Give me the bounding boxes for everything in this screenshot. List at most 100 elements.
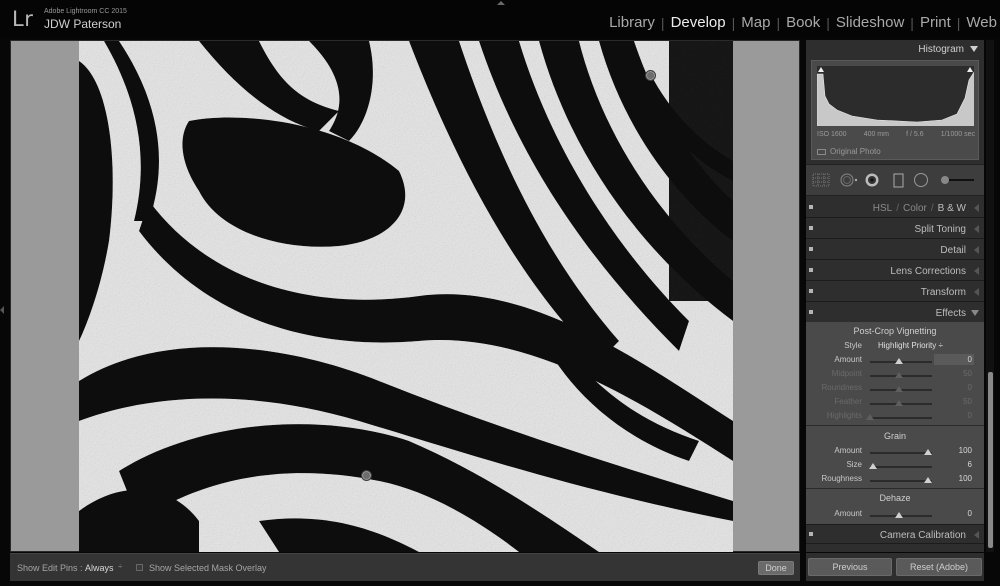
section-hsl-color-bw[interactable]: HSL / Color / B & W: [806, 198, 984, 218]
slider-value[interactable]: 0: [968, 383, 972, 392]
panel-toggle-switch[interactable]: [809, 532, 813, 536]
module-develop[interactable]: Develop: [665, 14, 732, 31]
divider: [806, 488, 984, 489]
tab-color[interactable]: Color: [903, 203, 927, 214]
slider-thumb[interactable]: [866, 414, 874, 420]
slider-thumb[interactable]: [924, 449, 932, 455]
dropdown-arrows-icon[interactable]: ÷: [118, 562, 122, 571]
edit-pin[interactable]: [361, 470, 372, 481]
slider-track[interactable]: [870, 466, 932, 468]
grain-roughness-slider-row: Roughness 100: [806, 474, 984, 488]
red-eye-icon[interactable]: [865, 173, 881, 189]
crop-overlay-icon[interactable]: [812, 173, 830, 187]
exif-info: ISO 1600 400 mm f / 5.6 1/1000 sec: [812, 131, 980, 138]
photo-zebra[interactable]: [79, 41, 733, 552]
slider-thumb[interactable]: [869, 463, 878, 469]
slider-value[interactable]: 50: [963, 397, 972, 406]
vignette-feather-slider-row: Feather 50: [806, 397, 984, 411]
panel-toggle-switch[interactable]: [809, 289, 813, 293]
slider-thumb[interactable]: [895, 372, 903, 378]
style-dropdown[interactable]: Highlight Priority ÷: [878, 341, 943, 350]
slider-value[interactable]: 0: [968, 355, 972, 364]
radial-filter-icon[interactable]: [914, 173, 930, 189]
section-label: Transform: [920, 287, 966, 298]
iso-value: ISO 1600: [817, 131, 847, 138]
tab-bw[interactable]: B & W: [938, 203, 966, 214]
slider-value[interactable]: 100: [959, 446, 972, 455]
effects-panel: Post-Crop Vignetting Style Highlight Pri…: [806, 322, 984, 530]
tab-separator: /: [930, 203, 934, 214]
slider-value[interactable]: 0: [968, 509, 972, 518]
slider-thumb[interactable]: [895, 358, 903, 364]
spot-removal-icon[interactable]: [840, 173, 860, 187]
module-web[interactable]: Web: [960, 14, 997, 31]
expand-arrow-icon[interactable]: [974, 225, 979, 233]
slider-thumb[interactable]: [895, 386, 903, 392]
original-photo-checkbox[interactable]: [817, 149, 826, 155]
histogram-graph[interactable]: [816, 66, 975, 126]
expand-arrow-icon[interactable]: [974, 246, 979, 254]
slider-track[interactable]: [870, 417, 932, 419]
done-button[interactable]: Done: [758, 561, 794, 575]
adjustment-brush-icon[interactable]: [940, 173, 976, 187]
expand-left-panel-icon[interactable]: [0, 306, 4, 314]
scrollbar-thumb[interactable]: [988, 372, 993, 548]
show-edit-pins-dropdown[interactable]: Always: [85, 563, 114, 573]
slider-value[interactable]: 100: [959, 474, 972, 483]
slider-label: Size: [846, 460, 862, 469]
module-picker: Library | Develop | Map | Book | Slidesh…: [603, 14, 997, 31]
collapse-top-panel-icon[interactable]: [497, 1, 505, 5]
section-lens-corrections[interactable]: Lens Corrections: [806, 261, 984, 281]
collapse-arrow-icon[interactable]: [971, 310, 979, 316]
grain-amount-slider-row: Amount 100: [806, 446, 984, 460]
section-transform[interactable]: Transform: [806, 282, 984, 302]
slider-track[interactable]: [870, 452, 932, 454]
expand-arrow-icon[interactable]: [974, 288, 979, 296]
slider-label: Midpoint: [831, 369, 862, 378]
panel-toggle-switch[interactable]: [809, 247, 813, 251]
slider-thumb[interactable]: [895, 512, 903, 518]
mask-overlay-label[interactable]: Show Selected Mask Overlay: [149, 563, 267, 573]
module-map[interactable]: Map: [735, 14, 776, 31]
section-camera-calibration[interactable]: Camera Calibration: [806, 524, 984, 544]
slider-value[interactable]: 6: [968, 460, 972, 469]
slider-thumb[interactable]: [895, 400, 903, 406]
original-photo-label[interactable]: Original Photo: [830, 147, 881, 156]
module-library[interactable]: Library: [603, 14, 661, 31]
expand-arrow-icon[interactable]: [974, 531, 979, 539]
module-book[interactable]: Book: [780, 14, 826, 31]
histogram[interactable]: ISO 1600 400 mm f / 5.6 1/1000 sec Origi…: [811, 60, 979, 160]
slider-track[interactable]: [870, 480, 932, 482]
image-view[interactable]: [10, 40, 800, 552]
panel-toggle-switch[interactable]: [809, 226, 813, 230]
expand-arrow-icon[interactable]: [974, 267, 979, 275]
reset-button[interactable]: Reset (Adobe): [896, 558, 982, 576]
section-label: Detail: [940, 245, 966, 256]
mask-overlay-checkbox[interactable]: [136, 564, 143, 571]
panel-toggle-switch[interactable]: [809, 310, 813, 314]
section-effects[interactable]: Effects: [806, 303, 984, 323]
module-print[interactable]: Print: [914, 14, 957, 31]
dehaze-amount-slider-row: Amount 0: [806, 509, 984, 523]
previous-button[interactable]: Previous: [808, 558, 892, 576]
graduated-filter-icon[interactable]: [893, 173, 905, 189]
section-split-toning[interactable]: Split Toning: [806, 219, 984, 239]
shadow-clipping-indicator[interactable]: [818, 67, 824, 72]
section-label: Split Toning: [914, 224, 966, 235]
tab-hsl[interactable]: HSL: [873, 203, 892, 214]
edit-pin[interactable]: [645, 70, 656, 81]
panel-toggle-switch[interactable]: [809, 268, 813, 272]
highlight-clipping-indicator[interactable]: [967, 67, 973, 72]
section-label: Camera Calibration: [879, 530, 966, 541]
slider-value[interactable]: 0: [968, 411, 972, 420]
app-title: Adobe Lightroom CC 2015: [44, 8, 127, 15]
collapse-triangle-icon[interactable]: [970, 46, 978, 52]
slider-value[interactable]: 50: [963, 369, 972, 378]
expand-arrow-icon[interactable]: [974, 204, 979, 212]
histogram-header[interactable]: Histogram: [806, 40, 984, 58]
panel-toggle-switch[interactable]: [809, 205, 813, 209]
module-slideshow[interactable]: Slideshow: [830, 14, 910, 31]
aperture-value: f / 5.6: [906, 131, 924, 138]
section-detail[interactable]: Detail: [806, 240, 984, 260]
slider-thumb[interactable]: [924, 477, 932, 483]
